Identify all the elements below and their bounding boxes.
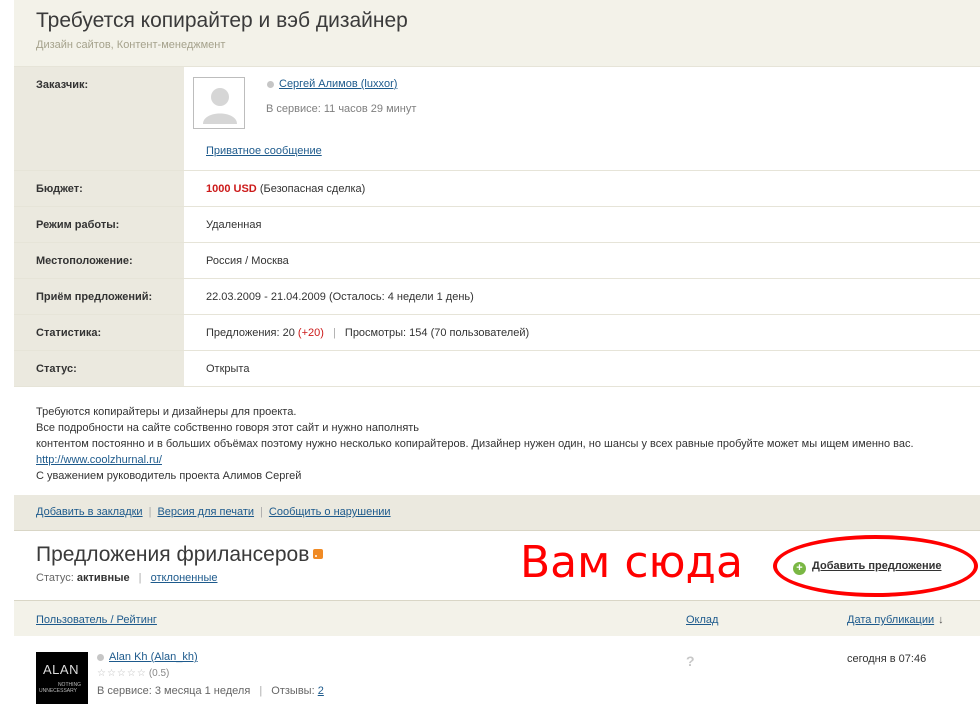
separator: | xyxy=(138,572,142,584)
rating-score: (0.5) xyxy=(148,668,170,679)
project-info-table: Заказчик: Бюджет: 1000 USD (Безопасная с… xyxy=(14,66,980,387)
filter-active[interactable]: активные xyxy=(77,572,130,584)
offer-date: сегодня в 07:46 xyxy=(847,653,927,665)
stats-row: Статистика: Предложения: 20 (+20) | Прос… xyxy=(14,314,980,351)
accept-offers-cell: 22.03.2009 - 21.04.2009 (Осталось: 4 нед… xyxy=(184,278,980,315)
offers-title: Предложения фрилансеров xyxy=(36,543,310,566)
avatar-tagline: NOTHING UNNECESSARY xyxy=(39,682,81,694)
work-mode-label: Режим работы: xyxy=(14,206,184,243)
separator: | xyxy=(259,685,263,697)
description-line: контентом постоянно и в больших объёмах … xyxy=(36,438,914,450)
user-silhouette-icon xyxy=(203,88,237,124)
status-prefix: Статус: xyxy=(36,572,74,584)
sort-by-user[interactable]: Пользователь / Рейтинг xyxy=(36,614,157,626)
offers-heading: Предложения фрилансеров xyxy=(36,543,324,567)
freelancer-name-link[interactable]: Alan Kh (Alan_kh) xyxy=(109,651,198,663)
separator: | xyxy=(260,506,263,518)
plus-icon: + xyxy=(793,562,806,575)
rss-icon[interactable] xyxy=(313,549,324,559)
offline-status-icon xyxy=(97,653,104,661)
report-violation-link[interactable]: Сообщить о нарушении xyxy=(269,506,391,518)
customer-row: Заказчик: xyxy=(14,66,980,171)
add-offer-button[interactable]: + Добавить предложение xyxy=(793,560,942,575)
separator: | xyxy=(332,327,336,339)
sort-by-date[interactable]: Дата публикации xyxy=(847,614,934,626)
sort-by-date-block: Дата публикации ↓ xyxy=(847,614,944,626)
stats-cell: Предложения: 20 (+20) | Просмотры: 154 (… xyxy=(184,314,980,351)
project-categories: Дизайн сайтов, Контент-менеджмент xyxy=(36,39,226,51)
location-label: Местоположение: xyxy=(14,242,184,279)
description-signature: С уважением руководитель проекта Алимов … xyxy=(36,470,302,482)
budget-row: Бюджет: 1000 USD (Безопасная сделка) xyxy=(14,170,980,207)
project-description: Требуются копирайтеры и дизайнеры для пр… xyxy=(36,404,966,484)
status-label: Статус: xyxy=(14,350,184,387)
freelancer-avatar[interactable]: ALAN NOTHING UNNECESSARY xyxy=(36,652,88,704)
print-version-link[interactable]: Версия для печати xyxy=(157,506,254,518)
offline-status-icon xyxy=(267,80,274,88)
add-bookmark-link[interactable]: Добавить в закладки xyxy=(36,506,143,518)
accept-dates: 22.03.2009 - 21.04.2009 xyxy=(206,291,326,303)
freelancer-rating: ☆☆☆☆☆ (0.5) xyxy=(97,668,169,679)
budget-note: (Безопасная сделка) xyxy=(259,183,366,195)
avatar-logo-text: ALAN xyxy=(43,662,79,677)
separator: | xyxy=(148,506,152,518)
customer-avatar[interactable] xyxy=(193,77,245,129)
stats-offers: Предложения: 20 xyxy=(206,327,295,339)
stats-label: Статистика: xyxy=(14,314,184,351)
work-mode-row: Режим работы: Удаленная xyxy=(14,206,980,243)
customer-service-time: В сервисе: 11 часов 29 минут xyxy=(266,103,417,115)
freelancer-name-block: Alan Kh (Alan_kh) xyxy=(97,651,198,663)
status-row: Статус: Открыта xyxy=(14,350,980,387)
description-line: Все подробности на сайте собственно гово… xyxy=(36,422,420,434)
freelancer-service-time: В сервисе: 3 месяца 1 неделя xyxy=(97,685,251,697)
reviews-count-link[interactable]: 2 xyxy=(318,685,324,697)
sort-down-arrow-icon[interactable]: ↓ xyxy=(938,614,944,626)
add-offer-link[interactable]: Добавить предложение xyxy=(812,560,942,572)
project-website-link[interactable]: http://www.coolzhurnal.ru/ xyxy=(36,454,162,466)
page-title: Требуется копирайтер и вэб дизайнер xyxy=(36,9,408,32)
customer-label: Заказчик: xyxy=(14,66,184,171)
work-mode-value: Удаленная xyxy=(184,206,980,243)
private-message-link[interactable]: Приватное сообщение xyxy=(206,145,322,157)
status-value: Открыта xyxy=(184,350,980,387)
description-line: Требуются копирайтеры и дизайнеры для пр… xyxy=(36,406,297,418)
project-actions-bar: Добавить в закладки | Версия для печати | Со… xyxy=(14,495,980,531)
offers-status-filter: Статус: активные | отклоненные xyxy=(36,572,217,584)
filter-rejected-link[interactable]: отклоненные xyxy=(151,572,218,584)
location-row: Местоположение: Россия / Москва xyxy=(14,242,980,279)
offers-list-header: Пользователь / Рейтинг Оклад Дата публик… xyxy=(14,600,980,636)
customer-name-link[interactable]: Сергей Алимов (luxxor) xyxy=(279,78,397,90)
budget-amount: 1000 USD xyxy=(206,183,257,195)
reviews-label: Отзывы: xyxy=(271,685,315,697)
location-value: Россия / Москва xyxy=(184,242,980,279)
accept-remaining: (Осталось: 4 недели 1 день) xyxy=(328,291,474,303)
budget-label: Бюджет: xyxy=(14,170,184,207)
budget-cell: 1000 USD (Безопасная сделка) xyxy=(184,170,980,207)
sort-by-salary[interactable]: Оклад xyxy=(686,614,718,626)
customer-name-block: Сергей Алимов (luxxor) xyxy=(267,78,397,90)
accept-offers-row: Приём предложений: 22.03.2009 - 21.04.20… xyxy=(14,278,980,315)
stats-views: Просмотры: 154 (70 пользователей) xyxy=(344,327,530,339)
stats-offers-delta: (+20) xyxy=(297,327,324,339)
accept-offers-label: Приём предложений: xyxy=(14,278,184,315)
rating-stars-icon: ☆☆☆☆☆ xyxy=(97,668,147,679)
freelancer-salary: ? xyxy=(686,653,695,669)
annotation-text: Вам сюда xyxy=(520,537,743,588)
project-header: Требуется копирайтер и вэб дизайнер Диза… xyxy=(14,0,980,66)
freelancer-service-info: В сервисе: 3 месяца 1 неделя | Отзывы: 2 xyxy=(97,685,324,697)
